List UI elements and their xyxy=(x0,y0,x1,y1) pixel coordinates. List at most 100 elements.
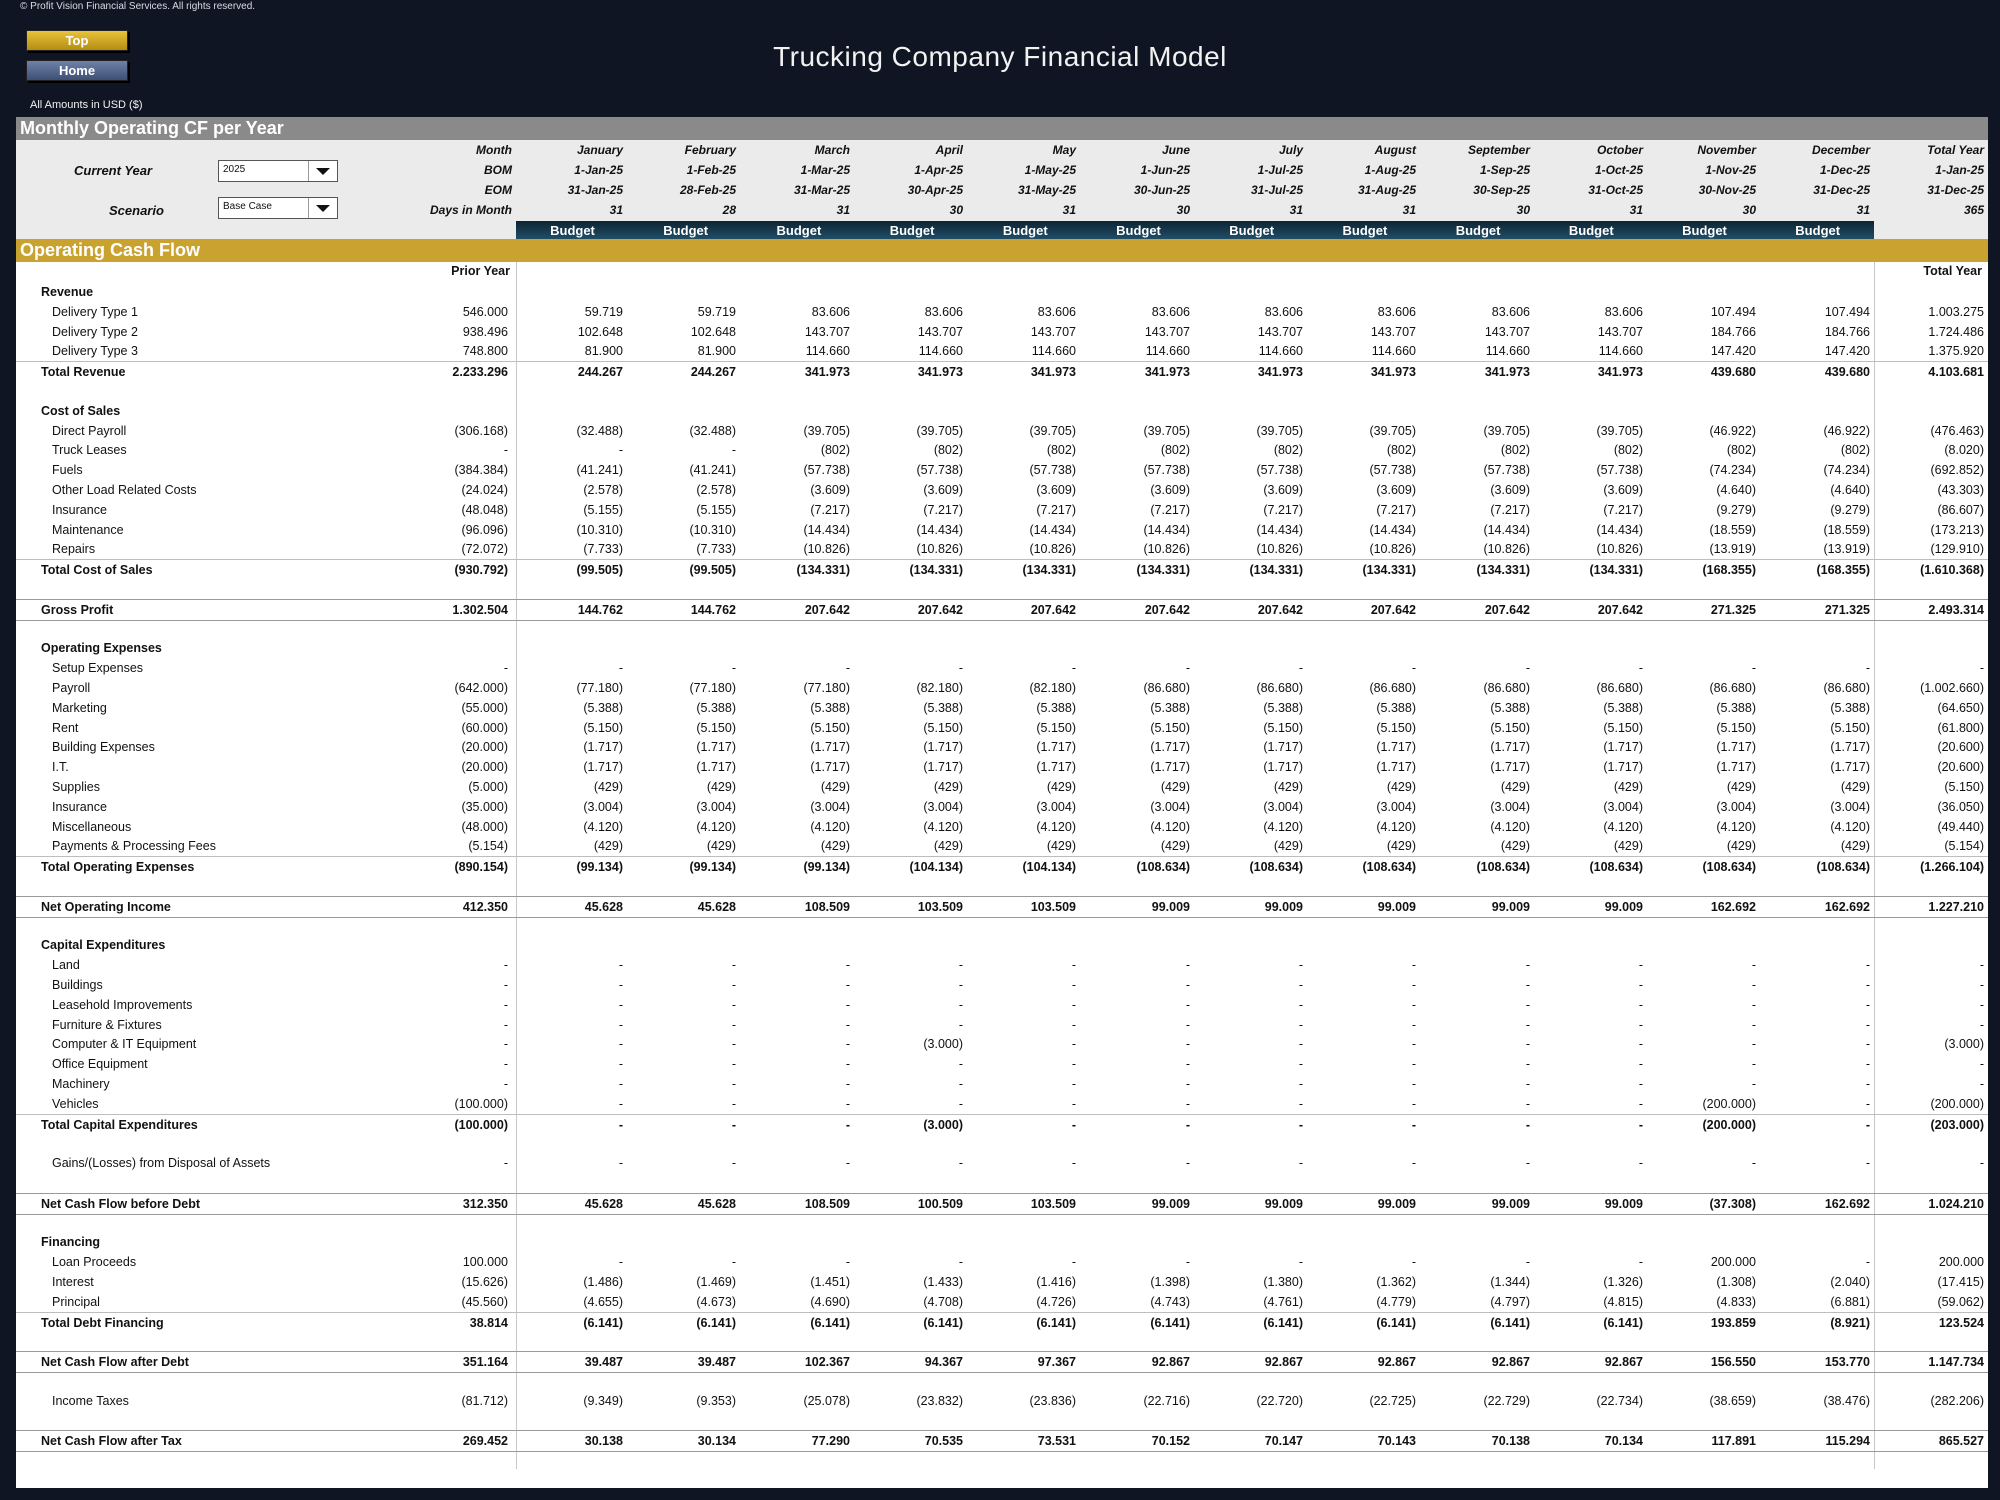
month-value-cell: - xyxy=(1638,1156,1643,1171)
month-value-cell: (5.150) xyxy=(1490,720,1530,735)
month-value-cell: (8.921) xyxy=(1830,1315,1870,1330)
month-value-cell: 207.642 xyxy=(917,602,963,617)
month-value-cell: (168.355) xyxy=(1816,563,1870,578)
right-frame-band xyxy=(1988,117,2000,1490)
month-value-cell: - xyxy=(1071,1037,1076,1052)
row-label: Total Revenue xyxy=(41,365,126,380)
month-value-cell: - xyxy=(1525,997,1530,1012)
month-value-cell: - xyxy=(618,1057,623,1072)
month-value-cell: 92.867 xyxy=(1604,1355,1643,1370)
month-value-cell: (1.416) xyxy=(1036,1275,1076,1289)
month-value-cell: (802) xyxy=(933,443,963,458)
total-year-cell: 2.493.314 xyxy=(1928,602,1984,617)
month-value-cell: (4.779) xyxy=(1376,1294,1416,1309)
month-value-cell: (429) xyxy=(1613,780,1643,794)
month-value-cell: 341.973 xyxy=(1484,365,1530,380)
month-value-cell: 102.367 xyxy=(804,1355,850,1370)
month-value-cell: 45.628 xyxy=(697,1196,736,1211)
month-value-cell: (200.000) xyxy=(1702,1117,1756,1132)
month-value-cell: (4.120) xyxy=(1376,819,1416,834)
month-value-cell: 207.642 xyxy=(1484,602,1530,617)
total-year-cell: (64.650) xyxy=(1937,700,1984,715)
month-value-cell: (5.150) xyxy=(1150,720,1190,735)
total-year-cell: - xyxy=(1979,1017,1984,1032)
total-year-cell: 1.724.486 xyxy=(1928,324,1984,339)
total-year-cell: - xyxy=(1979,997,1984,1012)
blank-row xyxy=(16,1371,1988,1391)
month-value-cell: - xyxy=(1525,1156,1530,1171)
month-value-cell: (7.217) xyxy=(1376,502,1416,517)
month-value-cell: 114.660 xyxy=(918,344,963,359)
month-value-cell: (41.241) xyxy=(689,463,736,478)
month-value-cell: - xyxy=(731,661,736,676)
total-year-cell: - xyxy=(1979,661,1984,676)
month-value-cell: - xyxy=(1865,997,1870,1012)
prior-year-cell: (24.024) xyxy=(461,483,508,497)
month-value-cell: - xyxy=(958,1096,963,1111)
row-label: Net Cash Flow before Debt xyxy=(41,1196,201,1211)
month-value-cell: (3.004) xyxy=(583,799,623,814)
month-value-cell: - xyxy=(958,978,963,992)
month-value-cell: (429) xyxy=(933,839,963,854)
month-value-cell: (1.717) xyxy=(1150,740,1190,755)
month-value-cell: - xyxy=(1411,661,1416,676)
month-value-cell: (57.738) xyxy=(1143,463,1190,478)
month-value-cell: (99.134) xyxy=(803,860,850,875)
month-value-cell: (4.743) xyxy=(1150,1294,1190,1309)
month-value-cell: - xyxy=(1298,1255,1303,1270)
section-heading-row: Operating Expenses xyxy=(16,638,1988,658)
row-label: Office Equipment xyxy=(52,1057,148,1072)
table-row: Other Load Related Costs (24.024) (2.578) (… xyxy=(16,480,1988,500)
month-value-cell: (57.738) xyxy=(916,463,963,478)
month-value-cell: (6.141) xyxy=(810,1315,850,1330)
month-value-cell: 200.000 xyxy=(1710,1255,1756,1270)
month-value-cell: - xyxy=(1865,1037,1870,1052)
total-row: Total Capital Expenditures (100.000) - - - (3… xyxy=(16,1113,1988,1135)
month-value-cell: (22.729) xyxy=(1483,1393,1530,1408)
month-value-cell: (46.922) xyxy=(1823,423,1870,438)
month-value-cell: (6.141) xyxy=(1490,1315,1530,1330)
month-value-cell: - xyxy=(1638,958,1643,973)
month-value-cell: (429) xyxy=(933,780,963,794)
month-value-cell: - xyxy=(1071,958,1076,973)
month-value-cell: (4.640) xyxy=(1830,483,1870,497)
month-value-cell: - xyxy=(1638,978,1643,992)
month-value-cell: - xyxy=(731,1255,736,1270)
month-value-cell: (6.141) xyxy=(1376,1315,1416,1330)
month-value-cell: - xyxy=(1638,1037,1643,1052)
blank-row xyxy=(16,1133,1988,1153)
month-value-cell: - xyxy=(731,1156,736,1171)
month-value-cell: - xyxy=(1185,1037,1190,1052)
month-value-cell: - xyxy=(1525,1037,1530,1052)
month-value-cell: - xyxy=(1751,997,1756,1012)
month-value-cell: - xyxy=(1638,997,1643,1012)
row-label: Loan Proceeds xyxy=(52,1255,137,1270)
month-value-cell: - xyxy=(1411,1156,1416,1171)
month-value-cell: (4.120) xyxy=(923,819,963,834)
month-value-cell: (4.815) xyxy=(1603,1294,1643,1309)
table-row: Marketing (55.000) (5.388) (5.388) (5.388) (5… xyxy=(16,698,1988,718)
total-year-cell: (8.020) xyxy=(1944,443,1984,458)
month-value-cell: (10.310) xyxy=(576,522,623,537)
budget-label: Budget xyxy=(1682,223,1727,238)
month-value-cell: 99.009 xyxy=(1491,1196,1530,1211)
blank-row xyxy=(16,619,1988,639)
prior-year-cell: - xyxy=(503,1017,508,1032)
month-value-cell: - xyxy=(1411,1096,1416,1111)
month-value-cell: (57.738) xyxy=(1256,463,1303,478)
month-value-cell: 143.707 xyxy=(917,324,963,339)
month-value-cell: 341.973 xyxy=(1144,365,1190,380)
prior-year-cell: (20.000) xyxy=(461,740,508,755)
month-value-cell: (429) xyxy=(1500,839,1530,854)
month-value-cell: - xyxy=(618,1037,623,1052)
month-value-cell: (3.609) xyxy=(1603,483,1643,497)
month-value-cell: 107.494 xyxy=(1824,304,1870,319)
month-value-cell: 341.973 xyxy=(1370,365,1416,380)
bom-date-cell: 1-Sep-25 xyxy=(1479,163,1530,177)
month-value-cell: 114.660 xyxy=(1031,344,1076,359)
table-row: Insurance (35.000) (3.004) (3.004) (3.004) (3… xyxy=(16,797,1988,817)
month-value-cell: (3.004) xyxy=(1830,799,1870,814)
month-value-cell: 92.867 xyxy=(1491,1355,1530,1370)
month-value-cell: 156.550 xyxy=(1710,1355,1756,1370)
row-label: Other Load Related Costs xyxy=(52,483,197,497)
